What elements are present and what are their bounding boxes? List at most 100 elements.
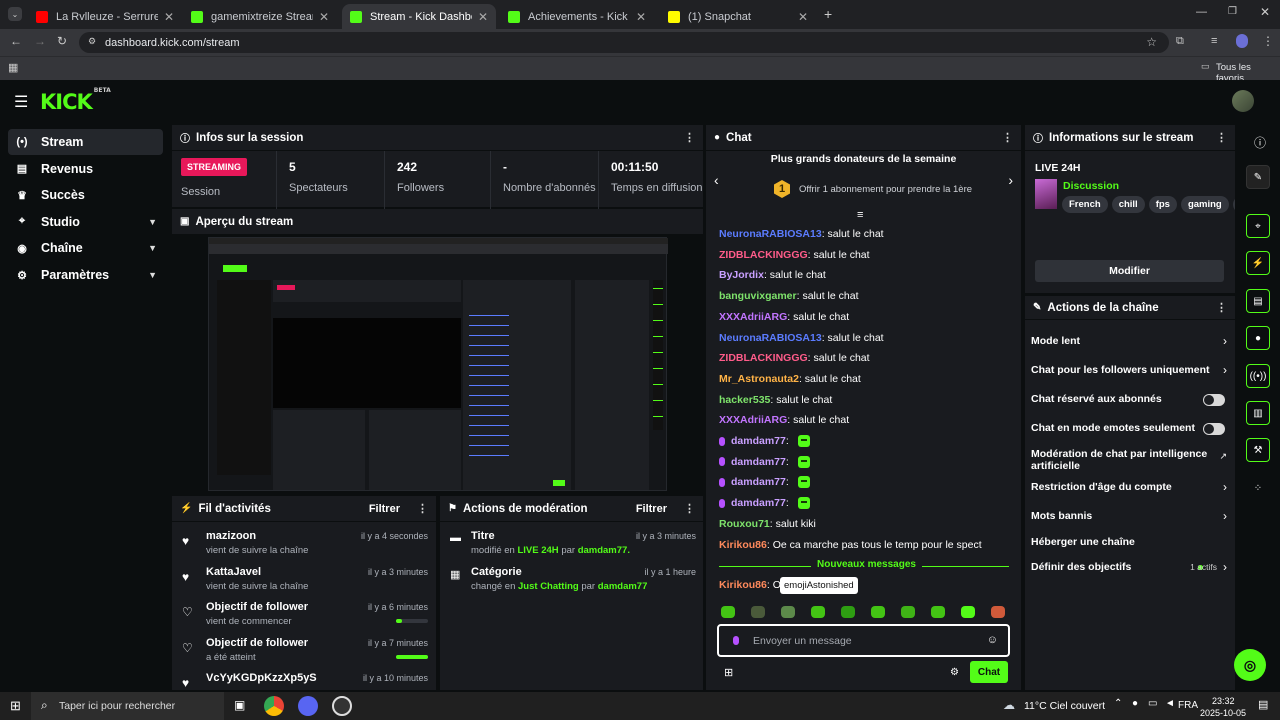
chat-username[interactable]: ZIDBLACKINGGG — [719, 352, 808, 364]
quick-emote-icon[interactable] — [721, 606, 735, 618]
quick-emote-icon[interactable] — [781, 606, 795, 618]
toggle-switch[interactable] — [1203, 423, 1225, 435]
close-window-icon[interactable]: ✕ — [1260, 5, 1270, 19]
taskbar-search[interactable]: ⌕ Taper ici pour rechercher — [31, 692, 224, 720]
channel-action-item[interactable]: Chat pour les followers uniquement › — [1025, 363, 1235, 391]
quick-emote-icon[interactable] — [901, 606, 915, 618]
chat-username[interactable]: Rouxou71 — [719, 518, 770, 530]
sidebar-item-paramètres[interactable]: ⚙ Paramètres ▼ — [8, 262, 163, 288]
windows-start-icon[interactable]: ⊞ — [10, 698, 21, 714]
send-chat-button[interactable]: Chat — [970, 661, 1008, 683]
avatar[interactable] — [1232, 90, 1254, 112]
browser-tab[interactable]: (1) Snapchat ✕ — [660, 4, 816, 29]
chat-username[interactable]: Kirikou86 — [719, 539, 767, 551]
reload-icon[interactable]: ↻ — [57, 34, 67, 48]
clock-time[interactable]: 23:32 — [1212, 696, 1235, 706]
moderation-user[interactable]: damdam77 — [598, 581, 648, 592]
chevron-down-icon[interactable]: ▼ — [148, 243, 157, 253]
tray-mic-icon[interactable]: ● — [1132, 698, 1138, 709]
channel-action-item[interactable]: Chat réservé aux abonnés — [1025, 393, 1235, 420]
rail-info-icon[interactable]: ⓘ — [1254, 134, 1266, 151]
channel-actions-menu-icon[interactable]: ⋮ — [1216, 301, 1227, 314]
site-info-icon[interactable]: ⚙ — [88, 36, 96, 47]
lightning-icon[interactable]: ⚡ — [1246, 251, 1270, 275]
quick-emote-icon[interactable] — [811, 606, 825, 618]
sidebar-item-stream[interactable]: (•) Stream — [8, 129, 163, 155]
reading-list-icon[interactable]: ≡ — [1211, 35, 1217, 47]
moderation-value[interactable]: Just Chatting — [518, 581, 579, 592]
forward-icon[interactable]: → — [34, 34, 46, 48]
tab-close-icon[interactable]: ✕ — [319, 10, 329, 24]
chevron-right-icon[interactable]: › — [1223, 363, 1227, 377]
chat-username[interactable]: NeuronaRABIOSA13 — [719, 228, 822, 240]
chrome-taskbar-icon[interactable] — [264, 696, 284, 716]
extensions-icon[interactable]: ⧉ — [1176, 35, 1184, 48]
chat-username[interactable]: damdam77 — [731, 497, 786, 509]
sidebar-item-studio[interactable]: ⌖ Studio ▼ — [8, 209, 163, 235]
chevron-down-icon[interactable]: ▼ — [148, 270, 157, 280]
quick-emote-icon[interactable] — [871, 606, 885, 618]
quick-emote-icon[interactable] — [961, 606, 975, 618]
kick-logo[interactable]: KICK BETA — [40, 87, 111, 114]
tools-icon[interactable]: ⚒ — [1246, 438, 1270, 462]
chat-username[interactable]: damdam77 — [731, 456, 786, 468]
stream-tag[interactable]: French — [1062, 196, 1108, 213]
chat-username[interactable]: ByJordix — [719, 269, 764, 281]
browser-tab[interactable]: Achievements - Kick Dashboard ✕ — [500, 4, 654, 29]
moderation-user[interactable]: damdam77. — [578, 545, 630, 556]
stream-tag[interactable]: chill — [1111, 196, 1145, 213]
crop-icon[interactable]: ⌖ — [1246, 214, 1270, 238]
preview-video[interactable] — [208, 237, 668, 491]
apps-icon[interactable]: ⁘ — [1246, 476, 1270, 500]
profile-icon[interactable] — [1236, 34, 1248, 48]
maximize-icon[interactable]: ❐ — [1228, 6, 1237, 17]
moderation-filter-button[interactable]: Filtrer — [636, 503, 667, 515]
browser-tab[interactable]: gamemixtreize Stream - Watch ✕ — [183, 4, 337, 29]
chat-icon[interactable]: ● — [1246, 326, 1270, 350]
chat-username[interactable]: banguvixgamer — [719, 290, 797, 302]
browser-tab[interactable]: Stream - Kick Dashboard ✕ — [342, 4, 496, 29]
quick-emote-icon[interactable] — [751, 606, 765, 618]
weather-text[interactable]: 11°C Ciel couvert — [1024, 700, 1105, 712]
chevron-right-icon[interactable]: › — [1223, 480, 1227, 494]
chevron-right-icon[interactable]: › — [1223, 334, 1227, 348]
stream-tag[interactable]: fu — [1232, 196, 1235, 213]
chat-username[interactable]: ZIDBLACKINGGG — [719, 249, 808, 261]
help-support-icon[interactable]: ◎ — [1234, 649, 1266, 681]
category-name[interactable]: Discussion — [1063, 180, 1119, 192]
tab-close-icon[interactable]: ✕ — [636, 10, 646, 24]
channel-action-item[interactable]: Mode lent › — [1025, 334, 1235, 362]
channel-action-item[interactable]: Définir des objectifs › 1 actifs — [1025, 560, 1235, 588]
quick-emote-icon[interactable] — [841, 606, 855, 618]
channel-action-item[interactable]: Restriction d'âge du compte › — [1025, 480, 1235, 508]
url-field[interactable]: ⚙ dashboard.kick.com/stream ☆ — [79, 32, 1169, 53]
stream-tag[interactable]: gaming — [1180, 196, 1229, 213]
stream-info-menu-icon[interactable]: ⋮ — [1216, 131, 1227, 144]
moderation-menu-icon[interactable]: ⋮ — [684, 502, 695, 515]
chat-input[interactable]: Envoyer un message ☺ — [717, 624, 1010, 657]
clipboard-icon[interactable]: ▤ — [1246, 289, 1270, 313]
sidebar-item-revenus[interactable]: ▤ Revenus — [8, 156, 163, 182]
edit-stream-button[interactable]: Modifier — [1035, 260, 1224, 282]
tab-close-icon[interactable]: ✕ — [164, 10, 174, 24]
channel-action-item[interactable]: Héberger une chaîne — [1025, 536, 1235, 563]
network-icon[interactable]: ▭ — [1148, 698, 1157, 709]
volume-icon[interactable]: ◄ — [1165, 698, 1175, 709]
broadcast-icon[interactable]: ((•)) — [1246, 364, 1270, 388]
sidebar-item-succès[interactable]: ♛ Succès — [8, 182, 163, 208]
chat-menu-icon[interactable]: ⋮ — [1002, 131, 1013, 144]
session-menu-icon[interactable]: ⋮ — [684, 131, 695, 144]
task-view-icon[interactable]: ▣ — [234, 698, 245, 712]
chat-username[interactable]: damdam77 — [731, 435, 786, 447]
quick-emote-icon[interactable] — [931, 606, 945, 618]
chat-username[interactable]: damdam77 — [731, 476, 786, 488]
donors-prev-icon[interactable]: ‹ — [714, 172, 719, 188]
bookmark-star-icon[interactable]: ☆ — [1146, 35, 1157, 49]
chat-username[interactable]: XXXAdriiARG — [719, 311, 787, 323]
channel-action-item[interactable]: Modération de chat par intelligence arti… — [1025, 448, 1235, 475]
emoji-picker-icon[interactable]: ☺ — [987, 634, 998, 646]
layout-icon[interactable]: ▥ — [1246, 401, 1270, 425]
donors-next-icon[interactable]: › — [1008, 172, 1013, 188]
chevron-right-icon[interactable]: › — [1223, 560, 1227, 574]
chat-settings-icon[interactable]: ⚙ — [950, 667, 959, 678]
